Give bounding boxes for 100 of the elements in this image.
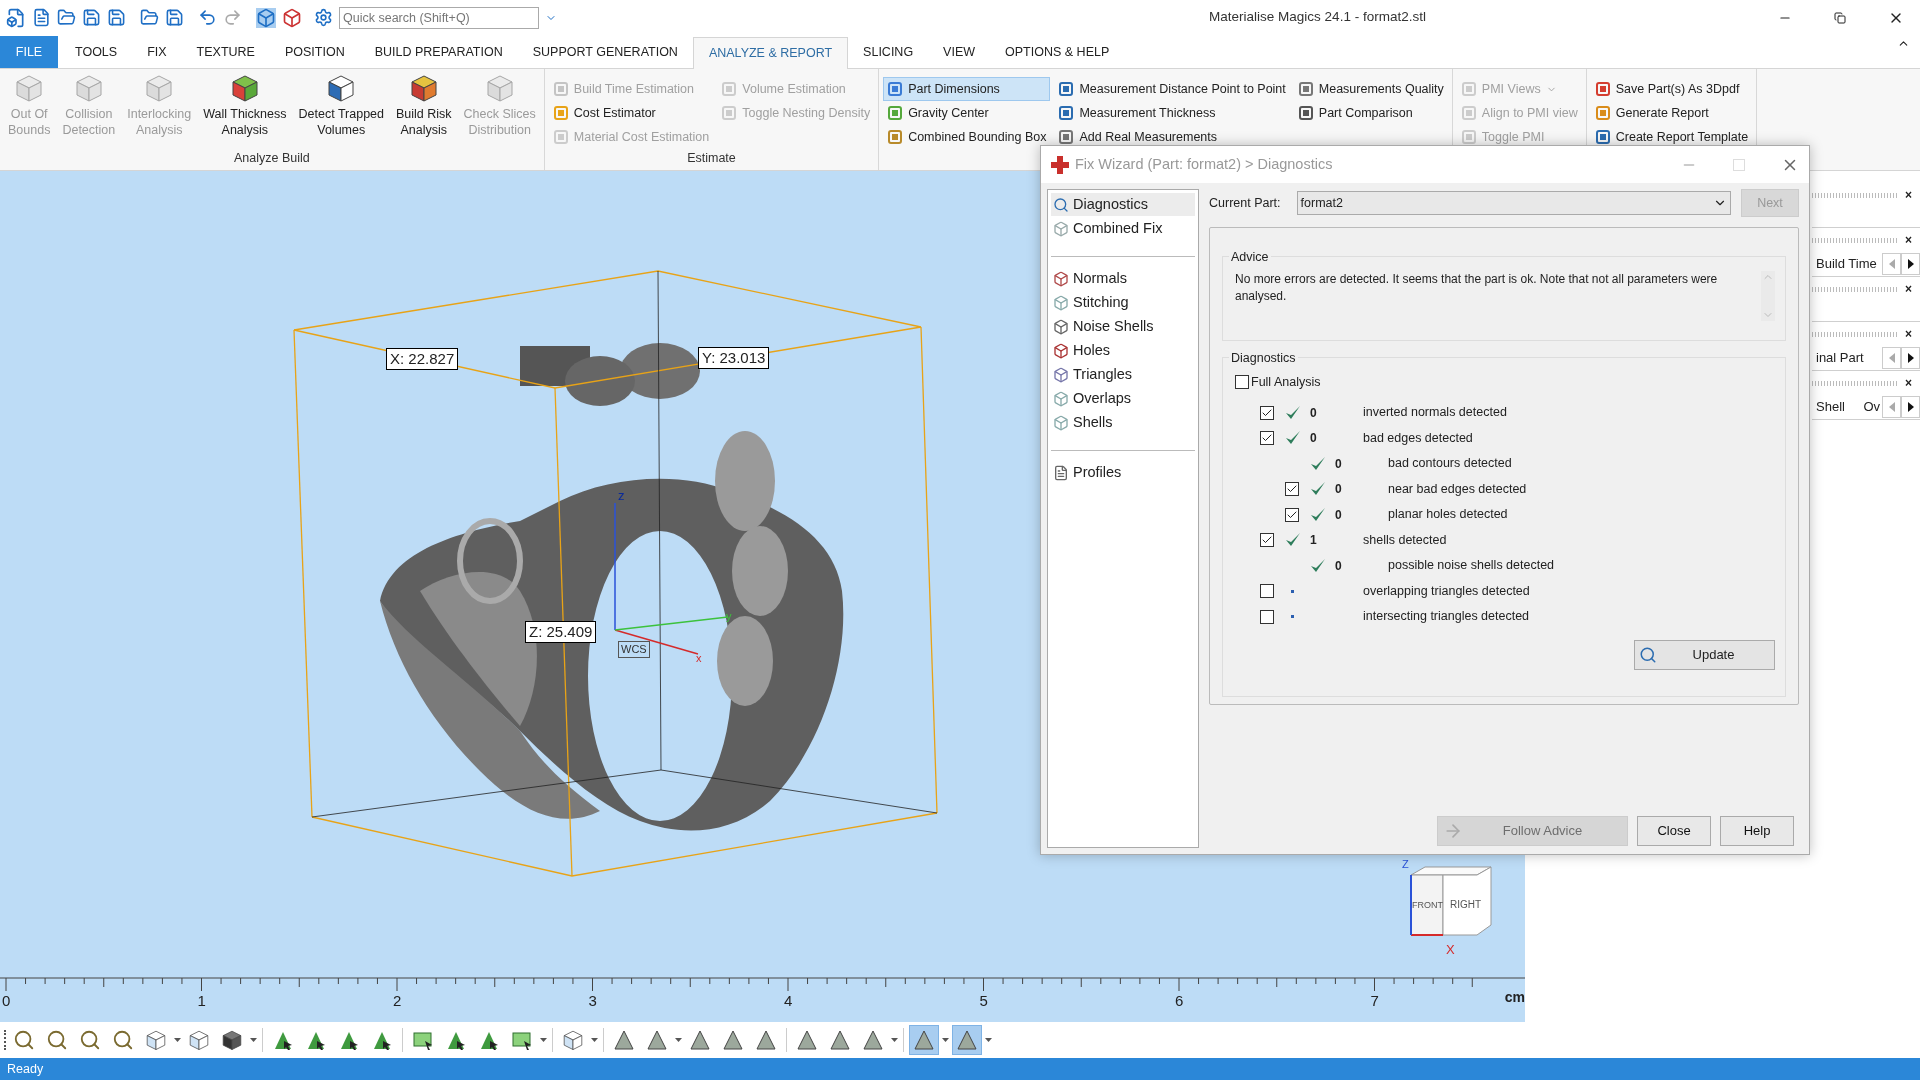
nav-item[interactable]: Diagnostics [1051, 193, 1195, 216]
cube-icon [14, 73, 45, 103]
checkbox[interactable] [1235, 375, 1249, 389]
save-icon[interactable] [82, 8, 101, 27]
triangle-icon [862, 1029, 884, 1051]
caret-icon [891, 1038, 898, 1042]
checkbox[interactable] [1260, 405, 1274, 420]
next-button[interactable] [1901, 396, 1920, 418]
zoom-icon [13, 1029, 35, 1051]
caret-icon [675, 1038, 682, 1042]
left-arrow-icon [1888, 259, 1895, 269]
close-panel-button[interactable]: × [1905, 189, 1912, 201]
triangle-icon [913, 1029, 935, 1051]
view-cube[interactable]: FRONT RIGHT Z X [1400, 857, 1495, 961]
ribbon-button[interactable]: Measurement Distance Point to Point [1054, 77, 1290, 101]
right-arrow-icon [1907, 259, 1914, 269]
ribbon-button[interactable]: Create Report Template [1590, 125, 1753, 149]
scrollbar[interactable] [1761, 271, 1775, 321]
folder-icon[interactable] [57, 8, 76, 27]
dialog-button[interactable]: Close [1637, 816, 1711, 846]
next-button[interactable] [1901, 347, 1920, 369]
ribbon-button[interactable]: Part Comparison [1293, 101, 1448, 125]
ribbon-button[interactable]: Part Dimensions [883, 77, 1051, 101]
menu-tab[interactable]: ANALYZE & REPORT [692, 37, 849, 69]
check-label: bad edges detected [1363, 429, 1473, 447]
tool-icon [1594, 81, 1611, 97]
update-button[interactable]: Update [1634, 639, 1775, 670]
cube-face-label: RIGHT [1450, 900, 1482, 910]
save-icon[interactable] [165, 8, 184, 27]
menu-tab[interactable]: TOOLS [60, 36, 133, 68]
cube-icon [1053, 294, 1069, 311]
dialog-title: Fix Wizard (Part: format2) > Diagnostics [1075, 154, 1333, 174]
cube-icon[interactable] [282, 7, 302, 28]
nav-item[interactable]: Holes [1051, 339, 1195, 362]
part-dropdown[interactable]: format2 [1296, 191, 1731, 215]
menu-tab[interactable]: TEXTURE [181, 36, 270, 68]
ribbon-button[interactable]: Save Part(s) As 3Dpdf [1590, 77, 1753, 101]
checkbox[interactable] [1260, 584, 1274, 599]
nav-item[interactable]: Triangles [1051, 363, 1195, 386]
nav-item[interactable]: Combined Fix [1051, 217, 1195, 240]
toolbar-separator [262, 1028, 263, 1052]
tool-icon [1297, 105, 1314, 121]
ribbon-button[interactable]: Measurements Quality [1293, 77, 1448, 101]
close-panel-button[interactable]: × [1905, 377, 1912, 389]
cube-icon[interactable] [256, 7, 276, 28]
nav-item[interactable]: Shells [1051, 411, 1195, 434]
ribbon-button[interactable]: Gravity Center [883, 101, 1051, 125]
checkbox[interactable] [1260, 609, 1274, 624]
rectangle-icon [412, 1029, 434, 1051]
next-button[interactable] [1901, 253, 1920, 275]
ribbon-button[interactable]: Wall Thickness Analysis [199, 73, 291, 138]
new-file-icon[interactable] [32, 8, 51, 27]
ribbon-button[interactable]: Measurement Thickness [1054, 101, 1290, 125]
close-panel-button[interactable]: × [1905, 234, 1912, 246]
ribbon-button[interactable]: Build Risk Analysis [392, 73, 456, 138]
panel-label: Shell [1815, 398, 1845, 417]
nav-item[interactable]: Profiles [1051, 461, 1195, 484]
check-label: possible noise shells detected [1388, 557, 1555, 575]
menu-tab[interactable]: FIX [132, 36, 182, 68]
menu-tab[interactable]: OPTIONS & HELP [990, 36, 1125, 68]
menu-tab[interactable]: SLICING [848, 36, 929, 68]
ribbon-button[interactable]: Combined Bounding Box [883, 125, 1051, 149]
zoom-icon [112, 1029, 134, 1051]
undo-icon[interactable] [198, 8, 217, 27]
search-field[interactable]: Quick search (Shift+Q) [339, 6, 539, 29]
close-panel-button[interactable]: × [1905, 283, 1912, 295]
app-logo-icon [6, 7, 26, 28]
window-title: Materialise Magics 24.1 - format2.stl [1209, 8, 1426, 27]
restore-icon[interactable] [1834, 11, 1846, 24]
menu-tab[interactable]: SUPPORT GENERATION [517, 36, 693, 68]
dialog-button[interactable]: Help [1720, 816, 1794, 846]
menu-tab[interactable]: VIEW [928, 36, 991, 68]
nav-item[interactable]: Normals [1051, 267, 1195, 290]
menu-tab[interactable]: FILE [0, 36, 58, 68]
cube-icon [188, 1029, 210, 1051]
menu-tab[interactable]: BUILD PREPARATION [359, 36, 518, 68]
save-icon[interactable] [107, 8, 126, 27]
tool-icon [1460, 105, 1477, 121]
toolbar-separator [603, 1028, 604, 1052]
cube-icon [1053, 270, 1069, 287]
triangle-icon [646, 1029, 668, 1051]
ruler-label: 5 [979, 993, 988, 1008]
check-label: overlapping triangles detected [1363, 582, 1530, 600]
close-panel-button[interactable]: × [1905, 328, 1912, 340]
checkbox[interactable] [1285, 482, 1299, 497]
ribbon-button[interactable]: Detect Trapped Volumes [294, 73, 388, 138]
nav-item[interactable]: Noise Shells [1051, 315, 1195, 338]
ribbon-button[interactable]: Add Real Measurements [1054, 125, 1290, 149]
checkbox[interactable] [1260, 533, 1274, 548]
nav-item[interactable]: Stitching [1051, 291, 1195, 314]
ribbon-button[interactable]: Cost Estimator [548, 101, 714, 125]
ribbon-button[interactable]: Generate Report [1590, 101, 1753, 125]
checkbox[interactable] [1285, 507, 1299, 522]
tool-icon [887, 105, 904, 121]
menu-tab[interactable]: POSITION [269, 36, 360, 68]
tool-icon [1460, 81, 1477, 97]
checkbox[interactable] [1260, 431, 1274, 446]
settings-icon[interactable] [314, 8, 333, 27]
nav-item[interactable]: Overlaps [1051, 387, 1195, 410]
folder-icon[interactable] [140, 8, 159, 27]
